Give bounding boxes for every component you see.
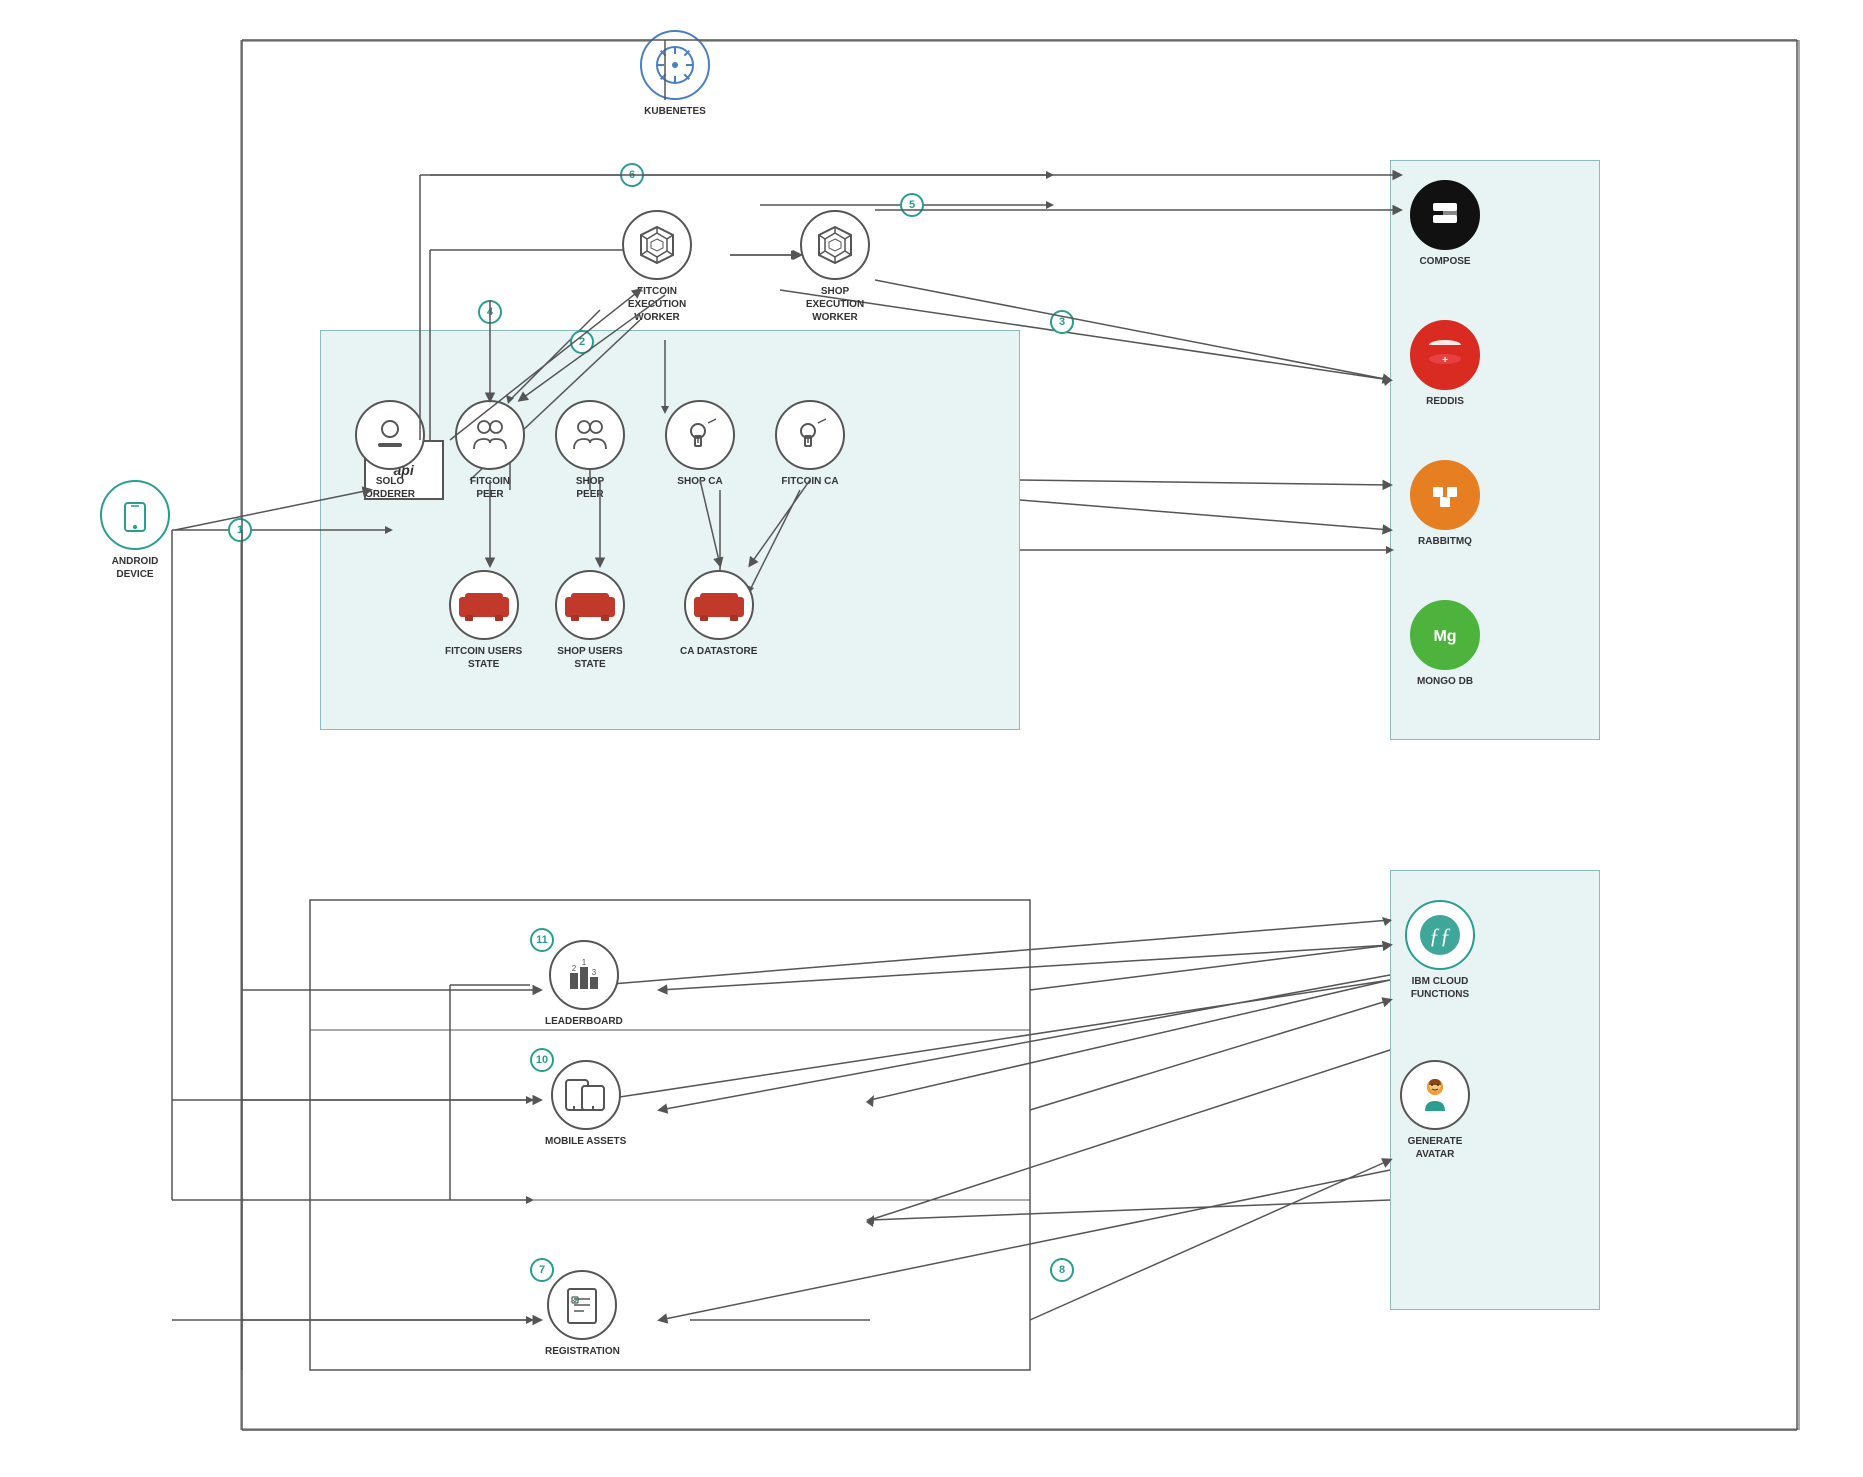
leaderboard-node: 2 1 3 LEADERBOARD (545, 940, 623, 1028)
ibm-functions-icon: ƒƒ (1405, 900, 1475, 970)
leaderboard-label: LEADERBOARD (545, 1015, 623, 1028)
ibm-functions-node: ƒƒ IBM CLOUDFUNCTIONS (1405, 900, 1475, 1001)
step-10-badge: 10 (530, 1048, 554, 1072)
generate-avatar-label: GENERATEAVATAR (1408, 1135, 1463, 1161)
shop-peer-node: SHOPPEER (555, 400, 625, 501)
architecture-diagram: { "title": "Architecture Diagram", "node… (0, 0, 1863, 1477)
leaderboard-icon: 2 1 3 (549, 940, 619, 1010)
step-11-badge: 11 (530, 928, 554, 952)
fitcoin-ca-node: FITCOIN CA (775, 400, 845, 488)
mongodb-node: Mg MONGO DB (1410, 600, 1480, 688)
shop-ca-node: SHOP CA (665, 400, 735, 488)
svg-text:+: + (1442, 355, 1448, 366)
svg-text:3: 3 (592, 968, 597, 977)
shop-worker-node: SHOPEXECUTIONWORKER (800, 210, 870, 324)
svg-text:2: 2 (572, 964, 577, 973)
registration-icon (547, 1270, 617, 1340)
fitcoin-ca-icon (775, 400, 845, 470)
fitcoin-worker-node: FITCOINEXECUTIONWORKER (622, 210, 692, 324)
rabbitmq-node: RABBITMQ (1410, 460, 1480, 548)
registration-label: REGISTRATION (545, 1345, 620, 1358)
step-8-badge: 8 (1050, 1258, 1074, 1282)
kubernetes-icon (640, 30, 710, 100)
generate-avatar-icon (1400, 1060, 1470, 1130)
compose-node: COMPOSE (1410, 180, 1480, 268)
fitcoin-ca-label: FITCOIN CA (781, 475, 838, 488)
step-2-badge: 2 (570, 330, 594, 354)
shop-state-node: SHOP USERSSTATE (555, 570, 625, 671)
redis-icon: + (1410, 320, 1480, 390)
android-node: ANDROIDDEVICE (100, 480, 170, 581)
fitcoin-peer-label: FITCOINPEER (470, 475, 510, 501)
solo-orderer-node: SOLOORDERER (355, 400, 425, 501)
blockchain-region (320, 330, 1020, 730)
fitcoin-peer-icon (455, 400, 525, 470)
mongodb-icon: Mg (1410, 600, 1480, 670)
step-6-badge: 6 (620, 163, 644, 187)
generate-avatar-node: GENERATEAVATAR (1400, 1060, 1470, 1161)
fitcoin-state-node: FITCOIN USERSSTATE (445, 570, 522, 671)
kubernetes-label: KUBENETES (644, 105, 706, 118)
fitcoin-state-icon (449, 570, 519, 640)
shop-worker-label: SHOPEXECUTIONWORKER (806, 285, 864, 324)
fitcoin-state-label: FITCOIN USERSSTATE (445, 645, 522, 671)
kubernetes-node: KUBENETES (640, 30, 710, 118)
fitcoin-worker-icon (622, 210, 692, 280)
step-3-badge: 3 (1050, 310, 1074, 334)
fitcoin-peer-node: FITCOINPEER (455, 400, 525, 501)
fitcoin-worker-label: FITCOINEXECUTIONWORKER (628, 285, 686, 324)
ibm-functions-label: IBM CLOUDFUNCTIONS (1411, 975, 1469, 1001)
step-5-badge: 5 (900, 193, 924, 217)
solo-orderer-icon (355, 400, 425, 470)
step-1-badge: 1 (228, 518, 252, 542)
shop-ca-label: SHOP CA (677, 475, 722, 488)
svg-text:Mg: Mg (1433, 628, 1456, 645)
shop-peer-label: SHOPPEER (576, 475, 604, 501)
mobile-assets-icon (551, 1060, 621, 1130)
mobile-assets-label: MOBILE ASSETS (545, 1135, 626, 1148)
ca-datastore-label: CA DATASTORE (680, 645, 757, 658)
step-7-badge: 7 (530, 1258, 554, 1282)
shop-worker-icon (800, 210, 870, 280)
shop-state-icon (555, 570, 625, 640)
solo-orderer-label: SOLOORDERER (365, 475, 415, 501)
compose-icon (1410, 180, 1480, 250)
mongodb-label: MONGO DB (1417, 675, 1473, 688)
ca-datastore-icon (684, 570, 754, 640)
svg-text:1: 1 (582, 958, 587, 967)
compose-label: COMPOSE (1419, 255, 1470, 268)
shop-ca-icon (665, 400, 735, 470)
redis-node: + REDDIS (1410, 320, 1480, 408)
shop-state-label: SHOP USERSSTATE (557, 645, 622, 671)
redis-label: REDDIS (1426, 395, 1464, 408)
registration-node: REGISTRATION (545, 1270, 620, 1358)
shop-peer-icon (555, 400, 625, 470)
android-icon (100, 480, 170, 550)
android-label: ANDROIDDEVICE (112, 555, 159, 581)
step-4-badge: 4 (478, 300, 502, 324)
svg-text:ƒƒ: ƒƒ (1429, 923, 1451, 948)
rabbitmq-icon (1410, 460, 1480, 530)
ca-datastore-node: CA DATASTORE (680, 570, 757, 658)
mobile-assets-node: MOBILE ASSETS (545, 1060, 626, 1148)
rabbitmq-label: RABBITMQ (1418, 535, 1472, 548)
